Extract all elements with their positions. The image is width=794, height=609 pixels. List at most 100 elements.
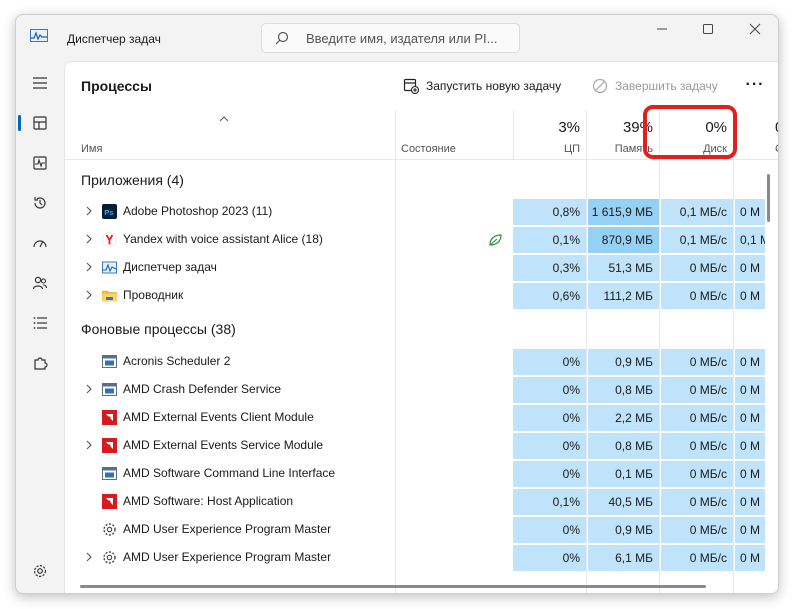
nav-services[interactable] xyxy=(26,349,54,377)
table-row[interactable]: AMD User Experience Program Master 0% 6,… xyxy=(65,543,778,571)
process-name: Проводник xyxy=(123,288,184,302)
memory-value: 0,9 МБ xyxy=(588,349,659,375)
chevron-right-icon[interactable] xyxy=(85,384,93,394)
group-apps-header[interactable]: Приложения (4) xyxy=(81,172,184,188)
task-manager-window: Диспетчер задач Введите имя, издателя ил… xyxy=(15,14,779,594)
service-window-icon xyxy=(102,355,117,368)
nav-settings[interactable] xyxy=(26,557,54,585)
network-value: 0 М xyxy=(735,517,765,543)
nav-performance[interactable] xyxy=(26,149,54,177)
search-input[interactable] xyxy=(306,29,511,48)
search-box[interactable] xyxy=(261,23,520,53)
nav-users[interactable] xyxy=(26,269,54,297)
table-row[interactable]: AMD External Events Service Module 0% 0,… xyxy=(65,431,778,459)
network-column-label: С xyxy=(775,143,778,155)
disk-value: 0 МБ/с xyxy=(661,349,733,375)
status-column-label: Состояние xyxy=(401,143,456,155)
end-task-button[interactable]: Завершить задачу xyxy=(592,76,718,96)
cpu-value: 0% xyxy=(513,461,586,487)
cpu-total-percent: 3% xyxy=(558,119,580,136)
history-icon xyxy=(34,197,46,209)
disk-column-highlight xyxy=(643,105,737,159)
table-row[interactable]: AMD External Events Client Module 0% 2,2… xyxy=(65,403,778,431)
cpu-value: 0,8% xyxy=(513,199,586,225)
vertical-scrollbar[interactable] xyxy=(767,174,770,222)
table-row[interactable]: Yandex with voice assistant Alice (18) 0… xyxy=(65,225,778,253)
service-window-icon xyxy=(102,383,117,396)
table-row[interactable]: AMD Crash Defender Service 0% 0,8 МБ 0 М… xyxy=(65,375,778,403)
cpu-value: 0,3% xyxy=(513,255,586,281)
memory-value: 0,9 МБ xyxy=(588,517,659,543)
chevron-right-icon[interactable] xyxy=(85,552,93,562)
memory-value: 1 615,9 МБ xyxy=(588,199,659,225)
maximize-button[interactable] xyxy=(685,15,731,43)
chevron-right-icon[interactable] xyxy=(85,262,93,272)
cpu-column-header[interactable]: 3% ЦП xyxy=(513,110,586,160)
table-row[interactable]: Ps Adobe Photoshop 2023 (11) 0,8% 1 615,… xyxy=(65,197,778,225)
name-column-header[interactable]: Имя xyxy=(65,110,395,160)
network-value: 0 М xyxy=(735,545,765,571)
chevron-right-icon[interactable] xyxy=(85,234,93,244)
amd-logo-icon xyxy=(102,494,117,509)
network-column-header[interactable]: 0 С xyxy=(733,110,778,160)
network-value: 0 М xyxy=(735,433,765,459)
chevron-right-icon[interactable] xyxy=(85,206,93,216)
status-column-header[interactable]: Состояние xyxy=(395,110,513,160)
process-name: AMD External Events Service Module xyxy=(123,438,324,452)
cpu-value: 0% xyxy=(513,349,586,375)
network-value: 0 М xyxy=(735,489,765,515)
table-row[interactable]: AMD Software: Host Application 0,1% 40,5… xyxy=(65,487,778,515)
nav-details[interactable] xyxy=(26,309,54,337)
network-value: 0 М xyxy=(735,255,765,281)
network-value: 0 М xyxy=(735,199,765,225)
memory-value: 0,8 МБ xyxy=(588,377,659,403)
command-bar: Процессы Запустить новую задачу Завершит… xyxy=(65,62,778,110)
table-row[interactable]: Диспетчер задач 0,3% 51,3 МБ 0 МБ/с 0 М xyxy=(65,253,778,281)
cpu-value: 0,6% xyxy=(513,283,586,309)
table-row[interactable]: Проводник 0,6% 111,2 МБ 0 МБ/с 0 М xyxy=(65,281,778,309)
process-name: Диспетчер задач xyxy=(123,260,217,274)
table-row[interactable]: Acronis Scheduler 2 0% 0,9 МБ 0 МБ/с 0 М xyxy=(65,347,778,375)
gear-icon xyxy=(33,564,47,578)
cpu-column-label: ЦП xyxy=(563,143,580,155)
chevron-right-icon[interactable] xyxy=(85,440,93,450)
title-bar: Диспетчер задач xyxy=(16,15,778,61)
disk-value: 0 МБ/с xyxy=(661,433,733,459)
group-background-header[interactable]: Фоновые процессы (38) xyxy=(81,321,236,337)
minimize-button[interactable] xyxy=(639,15,685,43)
cpu-value: 0% xyxy=(513,433,586,459)
process-name: AMD Software: Host Application xyxy=(123,494,294,508)
close-button[interactable] xyxy=(732,15,778,43)
disk-value: 0 МБ/с xyxy=(661,283,733,309)
table-row[interactable]: AMD User Experience Program Master 0% 0,… xyxy=(65,515,778,543)
process-name: Adobe Photoshop 2023 (11) xyxy=(123,204,273,218)
chevron-right-icon[interactable] xyxy=(85,290,93,300)
gear-service-icon xyxy=(103,551,116,564)
process-name: AMD External Events Client Module xyxy=(123,410,314,424)
amd-logo-icon xyxy=(102,410,117,425)
name-column-label: Имя xyxy=(81,143,103,155)
disk-value: 0 МБ/с xyxy=(661,255,733,281)
nav-active-indicator xyxy=(18,115,21,131)
sort-up-icon xyxy=(219,116,229,122)
services-puzzle-icon xyxy=(34,357,48,370)
users-icon xyxy=(32,276,48,290)
process-name: AMD Software Command Line Interface xyxy=(123,466,336,480)
run-new-task-button[interactable]: Запустить новую задачу xyxy=(403,76,561,96)
memory-value: 2,2 МБ xyxy=(588,405,659,431)
horizontal-scrollbar[interactable] xyxy=(80,585,706,588)
nav-app-history[interactable] xyxy=(26,189,54,217)
hamburger-menu-button[interactable] xyxy=(26,69,54,97)
run-new-task-label: Запустить новую задачу xyxy=(426,79,562,93)
disk-value: 0 МБ/с xyxy=(661,405,733,431)
file-explorer-folder-icon xyxy=(102,290,117,302)
search-icon xyxy=(275,31,289,45)
cpu-value: 0,1% xyxy=(513,489,586,515)
nav-startup-apps[interactable] xyxy=(26,229,54,257)
table-row[interactable]: AMD Software Command Line Interface 0% 0… xyxy=(65,459,778,487)
nav-processes[interactable] xyxy=(26,109,54,137)
more-options-button[interactable]: ··· xyxy=(743,76,767,96)
process-name: Yandex with voice assistant Alice (18) xyxy=(123,232,323,246)
page-title: Процессы xyxy=(81,78,152,94)
maximize-icon xyxy=(703,24,713,34)
